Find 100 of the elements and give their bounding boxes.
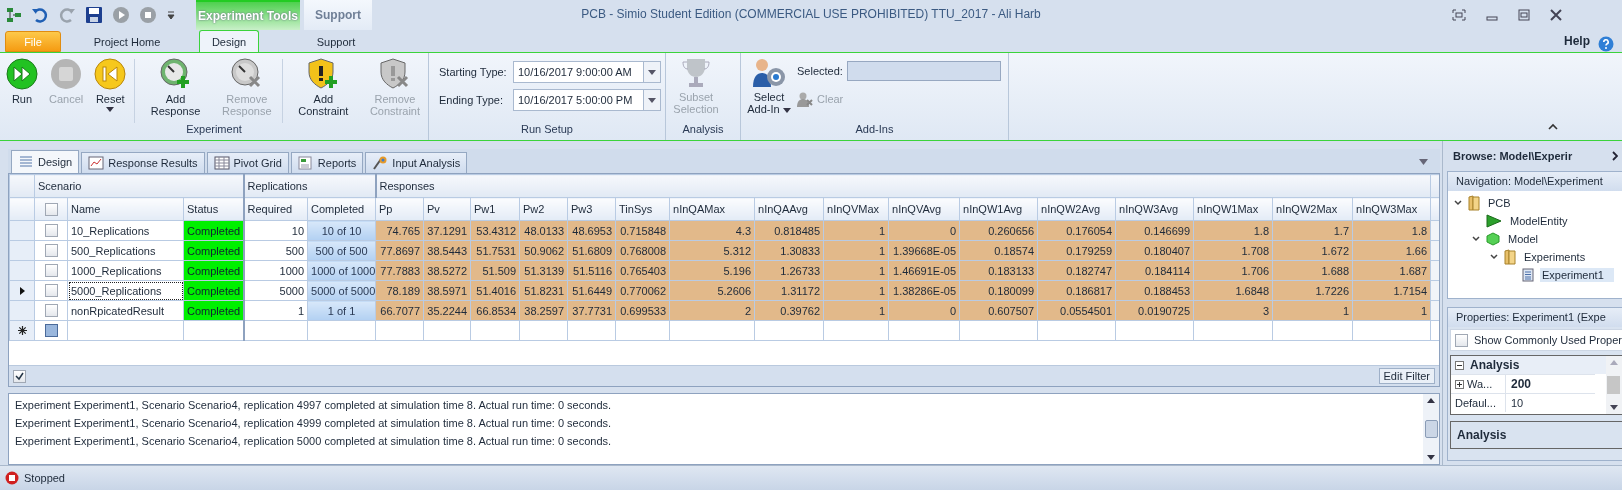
expand-icon[interactable] [1455, 379, 1464, 389]
chevron-right-icon[interactable] [1611, 151, 1618, 161]
tree-item[interactable]: PCB [1486, 196, 1513, 210]
save-icon[interactable] [85, 6, 103, 24]
checkbox[interactable] [44, 202, 58, 216]
reset-button[interactable]: Reset [88, 57, 133, 112]
dropdown-icon[interactable] [648, 69, 656, 75]
checkbox-label: Show Commonly Used Proper [1474, 334, 1622, 346]
table-cell[interactable]: 5000 [243, 280, 308, 301]
dropdown-icon[interactable] [648, 97, 656, 103]
category-label: Analysis [1470, 358, 1520, 372]
collapse-ribbon-icon[interactable] [1548, 123, 1558, 130]
scroll-down-icon[interactable] [1427, 455, 1435, 460]
caret-icon [782, 107, 791, 113]
document-tab[interactable]: Response Results [81, 152, 205, 173]
run-icon [5, 57, 39, 91]
group-header: Replications [247, 180, 308, 192]
customize-icon[interactable] [166, 10, 176, 20]
group-header: Scenario [38, 180, 82, 192]
tree-item[interactable]: ModelEntity [1508, 214, 1570, 228]
document-tab[interactable]: Input Analysis [365, 152, 468, 173]
table-cell[interactable]: 1000 [243, 260, 308, 281]
tab-list-icon[interactable] [1419, 159, 1428, 165]
user-gear-icon [752, 57, 786, 89]
stop-icon [49, 57, 84, 91]
contextual-tab-header: Experiment Tools [196, 0, 300, 30]
close-icon[interactable] [1550, 9, 1562, 21]
checkbox[interactable] [44, 224, 58, 238]
list-icon [18, 155, 34, 169]
document-tab[interactable]: Design [11, 150, 80, 173]
tree-item[interactable]: Experiments [1522, 250, 1588, 264]
scroll-up-icon[interactable] [1427, 398, 1435, 403]
table-cell[interactable]: 1000_Replications [67, 260, 184, 281]
expand-toggle-icon[interactable] [1490, 253, 1498, 261]
expand-toggle-icon[interactable] [1454, 199, 1462, 207]
panel-title: Properties: Experiment1 (Expe [1448, 308, 1622, 327]
select-add-in-button[interactable]: Select Add-In [741, 57, 797, 115]
folder-icon [1504, 249, 1516, 265]
help-link[interactable]: Help [1564, 34, 1590, 48]
log-line: Experiment Experiment1, Scenario Scenario4, replication 4997 completed at simulation time 8. Actual run time: 0 seconds. [15, 398, 613, 413]
checkbox[interactable] [44, 304, 58, 318]
expand-toggle-icon[interactable] [1472, 235, 1480, 243]
scrollbar-thumb[interactable] [1607, 376, 1621, 394]
log-line: Experiment Experiment1, Scenario Scenario4, replication 5000 completed at simulation time 8. Actual run time: 0 seconds. [15, 434, 613, 449]
selected-field[interactable] [846, 61, 1001, 81]
ribbon-tab[interactable]: Design [199, 30, 259, 53]
checkbox[interactable] [44, 264, 58, 278]
cube-icon [1486, 232, 1500, 246]
table-cell[interactable]: 5000_Replications [67, 280, 184, 301]
document-tab[interactable]: Reports [290, 152, 364, 173]
maximize-icon[interactable] [1518, 9, 1530, 21]
field-label: Selected: [797, 65, 843, 77]
ribbon-tab[interactable]: Support [301, 31, 371, 52]
add-response-button[interactable]: Add Response [137, 57, 214, 117]
date-field[interactable]: 10/16/2017 5:00:00 PM [513, 89, 661, 111]
ribbon-tab[interactable]: Project Home [63, 31, 191, 52]
contextual-tab-header: Support [304, 0, 372, 30]
date-field[interactable]: 10/16/2017 9:00:00 AM [513, 61, 661, 83]
checkbox[interactable] [1455, 333, 1468, 347]
edit-filter-button[interactable]: Edit Filter [1378, 368, 1435, 384]
collapse-icon[interactable] [1455, 360, 1464, 370]
group-label: Run Setup [520, 123, 574, 137]
table-cell[interactable]: nonRpicatedResult [67, 300, 184, 321]
table-cell[interactable]: 10_Replications [67, 220, 184, 241]
field-label: Starting Type: [439, 66, 508, 78]
table-cell[interactable]: 500_Replications [67, 240, 184, 261]
add-constraint-button[interactable]: Add Constraint [284, 57, 362, 117]
group-header: Responses [379, 180, 435, 192]
browse-title: Browse: Model\Experir [1453, 150, 1573, 162]
checkbox[interactable] [44, 284, 58, 298]
field-label: Ending Type: [439, 94, 504, 106]
undo-icon[interactable] [31, 6, 49, 24]
group-label: Experiment [185, 123, 243, 137]
run-button[interactable]: Run [0, 57, 44, 105]
table-cell[interactable]: 500 [243, 240, 308, 261]
checkbox[interactable] [44, 244, 58, 258]
tree-item[interactable]: Model [1506, 232, 1540, 246]
property-value[interactable]: 200 [1506, 375, 1532, 393]
document-tab[interactable]: Pivot Grid [206, 152, 289, 173]
stopped-icon [5, 471, 19, 485]
table-cell[interactable]: 10 [243, 220, 308, 241]
scrollbar-thumb[interactable] [1424, 420, 1438, 438]
checkbox[interactable] [44, 324, 58, 338]
triangle-icon [1486, 214, 1502, 228]
table-cell[interactable]: 1 [243, 300, 308, 321]
tree-item[interactable]: Experiment1 [1540, 268, 1614, 282]
new-row-icon [17, 325, 27, 335]
help-icon[interactable] [1598, 36, 1614, 52]
trophy-icon [681, 57, 711, 89]
scroll-down-icon[interactable] [1609, 405, 1618, 410]
fullscreen-icon[interactable] [1452, 9, 1466, 21]
document-icon [1522, 268, 1534, 282]
app-icon[interactable] [6, 7, 22, 23]
property-description: Analysis [1457, 428, 1507, 442]
filter-checkbox[interactable] [13, 369, 26, 383]
wand-icon [372, 156, 389, 170]
log-line: Experiment Experiment1, Scenario Scenario4, replication 4999 completed at simulation time 8. Actual run time: 0 seconds. [15, 416, 613, 431]
column-header[interactable]: Name [67, 197, 184, 221]
property-value[interactable]: 10 [1506, 394, 1524, 412]
panel-title: Navigation: Model\Experiment [1448, 172, 1622, 191]
